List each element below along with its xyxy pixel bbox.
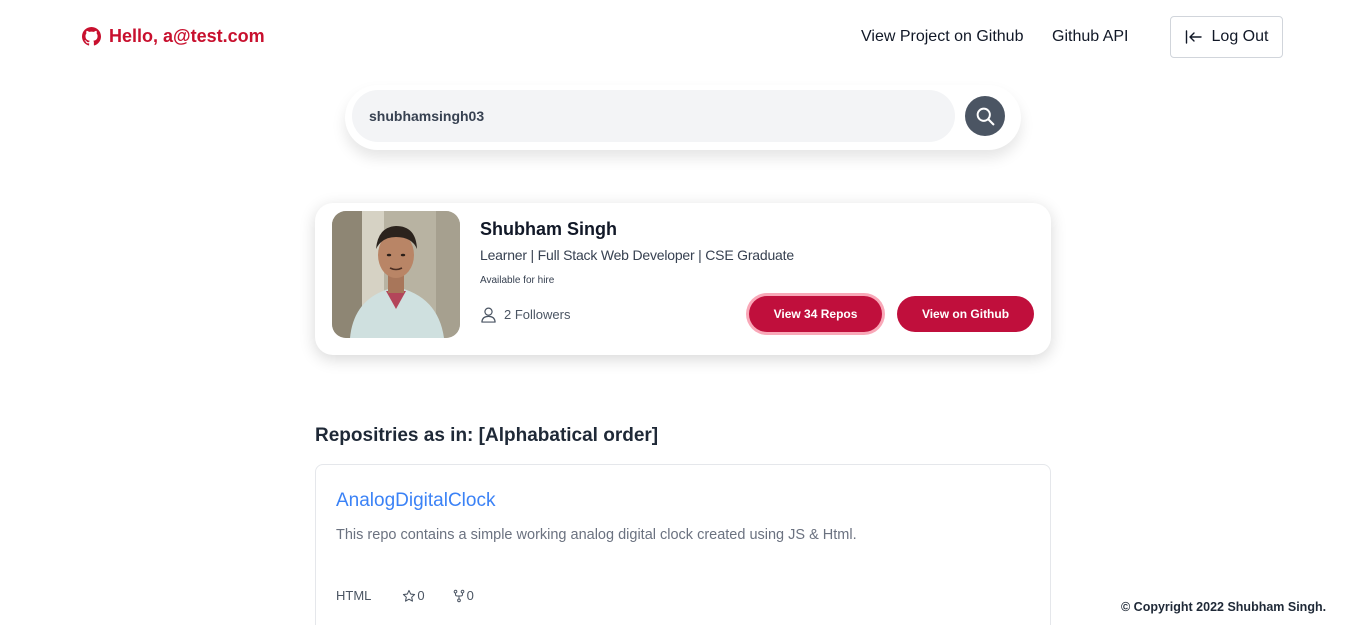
repo-language: HTML [336, 588, 372, 603]
repo-meta: HTML 0 0 [336, 588, 501, 603]
logout-icon [1185, 30, 1203, 44]
repo-card: AnalogDigitalClock This repo contains a … [315, 464, 1051, 625]
top-navbar: Hello, a@test.com View Project on Github… [0, 0, 1349, 76]
search-button[interactable] [965, 96, 1005, 136]
view-project-link[interactable]: View Project on Github [861, 28, 1023, 46]
repo-stars: 0 [402, 588, 425, 603]
search-icon [975, 106, 996, 127]
copyright-footer: © Copyright 2022 Shubham Singh. [1121, 600, 1327, 614]
repos-section-title: Repositries as in: [Alphabatical order] [315, 425, 659, 446]
github-icon [82, 27, 101, 46]
followers-label: 2 Followers [504, 307, 571, 322]
search-bar [345, 85, 1021, 150]
logout-button[interactable]: Log Out [1170, 16, 1283, 58]
stars-count: 0 [417, 588, 425, 603]
search-input[interactable] [352, 90, 955, 142]
logout-label: Log Out [1211, 28, 1269, 45]
hire-status: Available for hire [480, 275, 555, 286]
repo-description: This repo contains a simple working anal… [336, 527, 857, 543]
profile-name: Shubham Singh [480, 219, 617, 239]
profile-bio: Learner | Full Stack Web Developer | CSE… [480, 247, 794, 263]
star-icon [402, 589, 416, 603]
followers-count: 2 Followers [480, 306, 570, 323]
profile-card: Shubham Singh Learner | Full Stack Web D… [315, 203, 1051, 355]
view-on-github-button[interactable]: View on Github [897, 296, 1034, 332]
user-icon [480, 306, 497, 323]
greeting-text: Hello, a@test.com [109, 26, 265, 46]
forks-count: 0 [466, 588, 474, 603]
user-greeting: Hello, a@test.com [82, 26, 265, 47]
avatar [332, 211, 460, 338]
repo-forks: 0 [452, 588, 474, 603]
view-repos-button[interactable]: View 34 Repos [749, 296, 882, 332]
github-api-link[interactable]: Github API [1052, 28, 1129, 46]
fork-icon [452, 589, 466, 603]
repo-name-link[interactable]: AnalogDigitalClock [336, 490, 495, 512]
